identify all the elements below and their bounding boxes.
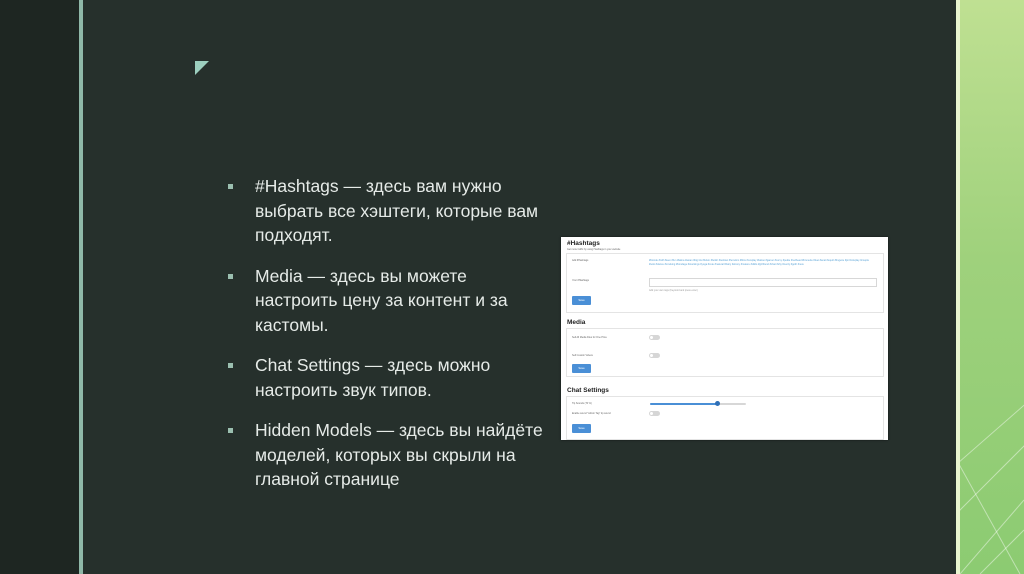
chat-row-2-label: Enable sound "Admin Tag" tip sound [572,412,611,415]
bullet-text: Hidden Models — здесь вы найдёте моделей… [255,420,543,489]
chat-sound-toggle[interactable] [649,411,660,416]
media-card [566,328,884,377]
chat-settings-title: Chat Settings [567,387,609,394]
slider-knob[interactable] [714,401,720,406]
square-bullet-icon [228,428,233,433]
bullet-text: #Hashtags — здесь вам нужно выбрать все … [255,176,539,245]
right-decorative-panel [960,0,1024,574]
media-row-1-label: Sell All Media Files for One Price [572,336,607,339]
media-row-2-label: Sell Custom Videos [572,354,593,357]
media-save-button[interactable]: Save [572,364,591,373]
hashtags-title: #Hashtags [567,240,600,247]
media-title: Media [567,319,586,326]
hashtags-subtitle: Get more traffic by using Hashtags in yo… [567,248,621,251]
corner-triangle-icon [195,61,209,75]
hashtags-save-button[interactable]: Save [572,296,591,305]
square-bullet-icon [228,273,233,279]
square-bullet-icon [228,363,233,368]
settings-screenshot: #Hashtags Get more traffic by using Hash… [561,237,888,440]
media-toggle-1[interactable] [649,335,660,340]
slider-fill [650,403,718,405]
bullet-text: Chat Settings — здесь можно настроить зв… [255,355,491,400]
your-hashtags-label: Your #Hashtags [572,279,589,282]
tip-sound-slider[interactable] [650,403,746,405]
bullet-item-hidden-models: Hidden Models — здесь вы найдёте моделей… [228,418,548,492]
bullet-text: Media — здесь вы можете настроить цену з… [255,265,508,335]
hashtags-input[interactable] [649,278,877,287]
left-band [0,0,79,574]
hashtags-hint: Add your own tags (Keyword and press ent… [649,289,698,292]
chat-row-1-label: Tip Sounds (70 %) [572,402,592,405]
bullet-item-media: Media — здесь вы можете настроить цену з… [228,264,548,338]
bullet-item-hashtags: #Hashtags — здесь вам нужно выбрать все … [228,174,548,248]
media-toggle-2[interactable] [649,353,660,358]
add-hashtags-label: Add #Hashtags [572,259,589,262]
hashtag-list[interactable]: #blonde #milf #teen #fun #latina #asian … [649,259,874,268]
bullet-list: #Hashtags — здесь вам нужно выбрать все … [228,174,548,508]
bullet-item-chat-settings: Chat Settings — здесь можно настроить зв… [228,353,548,402]
chat-save-button[interactable]: Save [572,424,591,433]
square-bullet-icon [228,184,233,189]
